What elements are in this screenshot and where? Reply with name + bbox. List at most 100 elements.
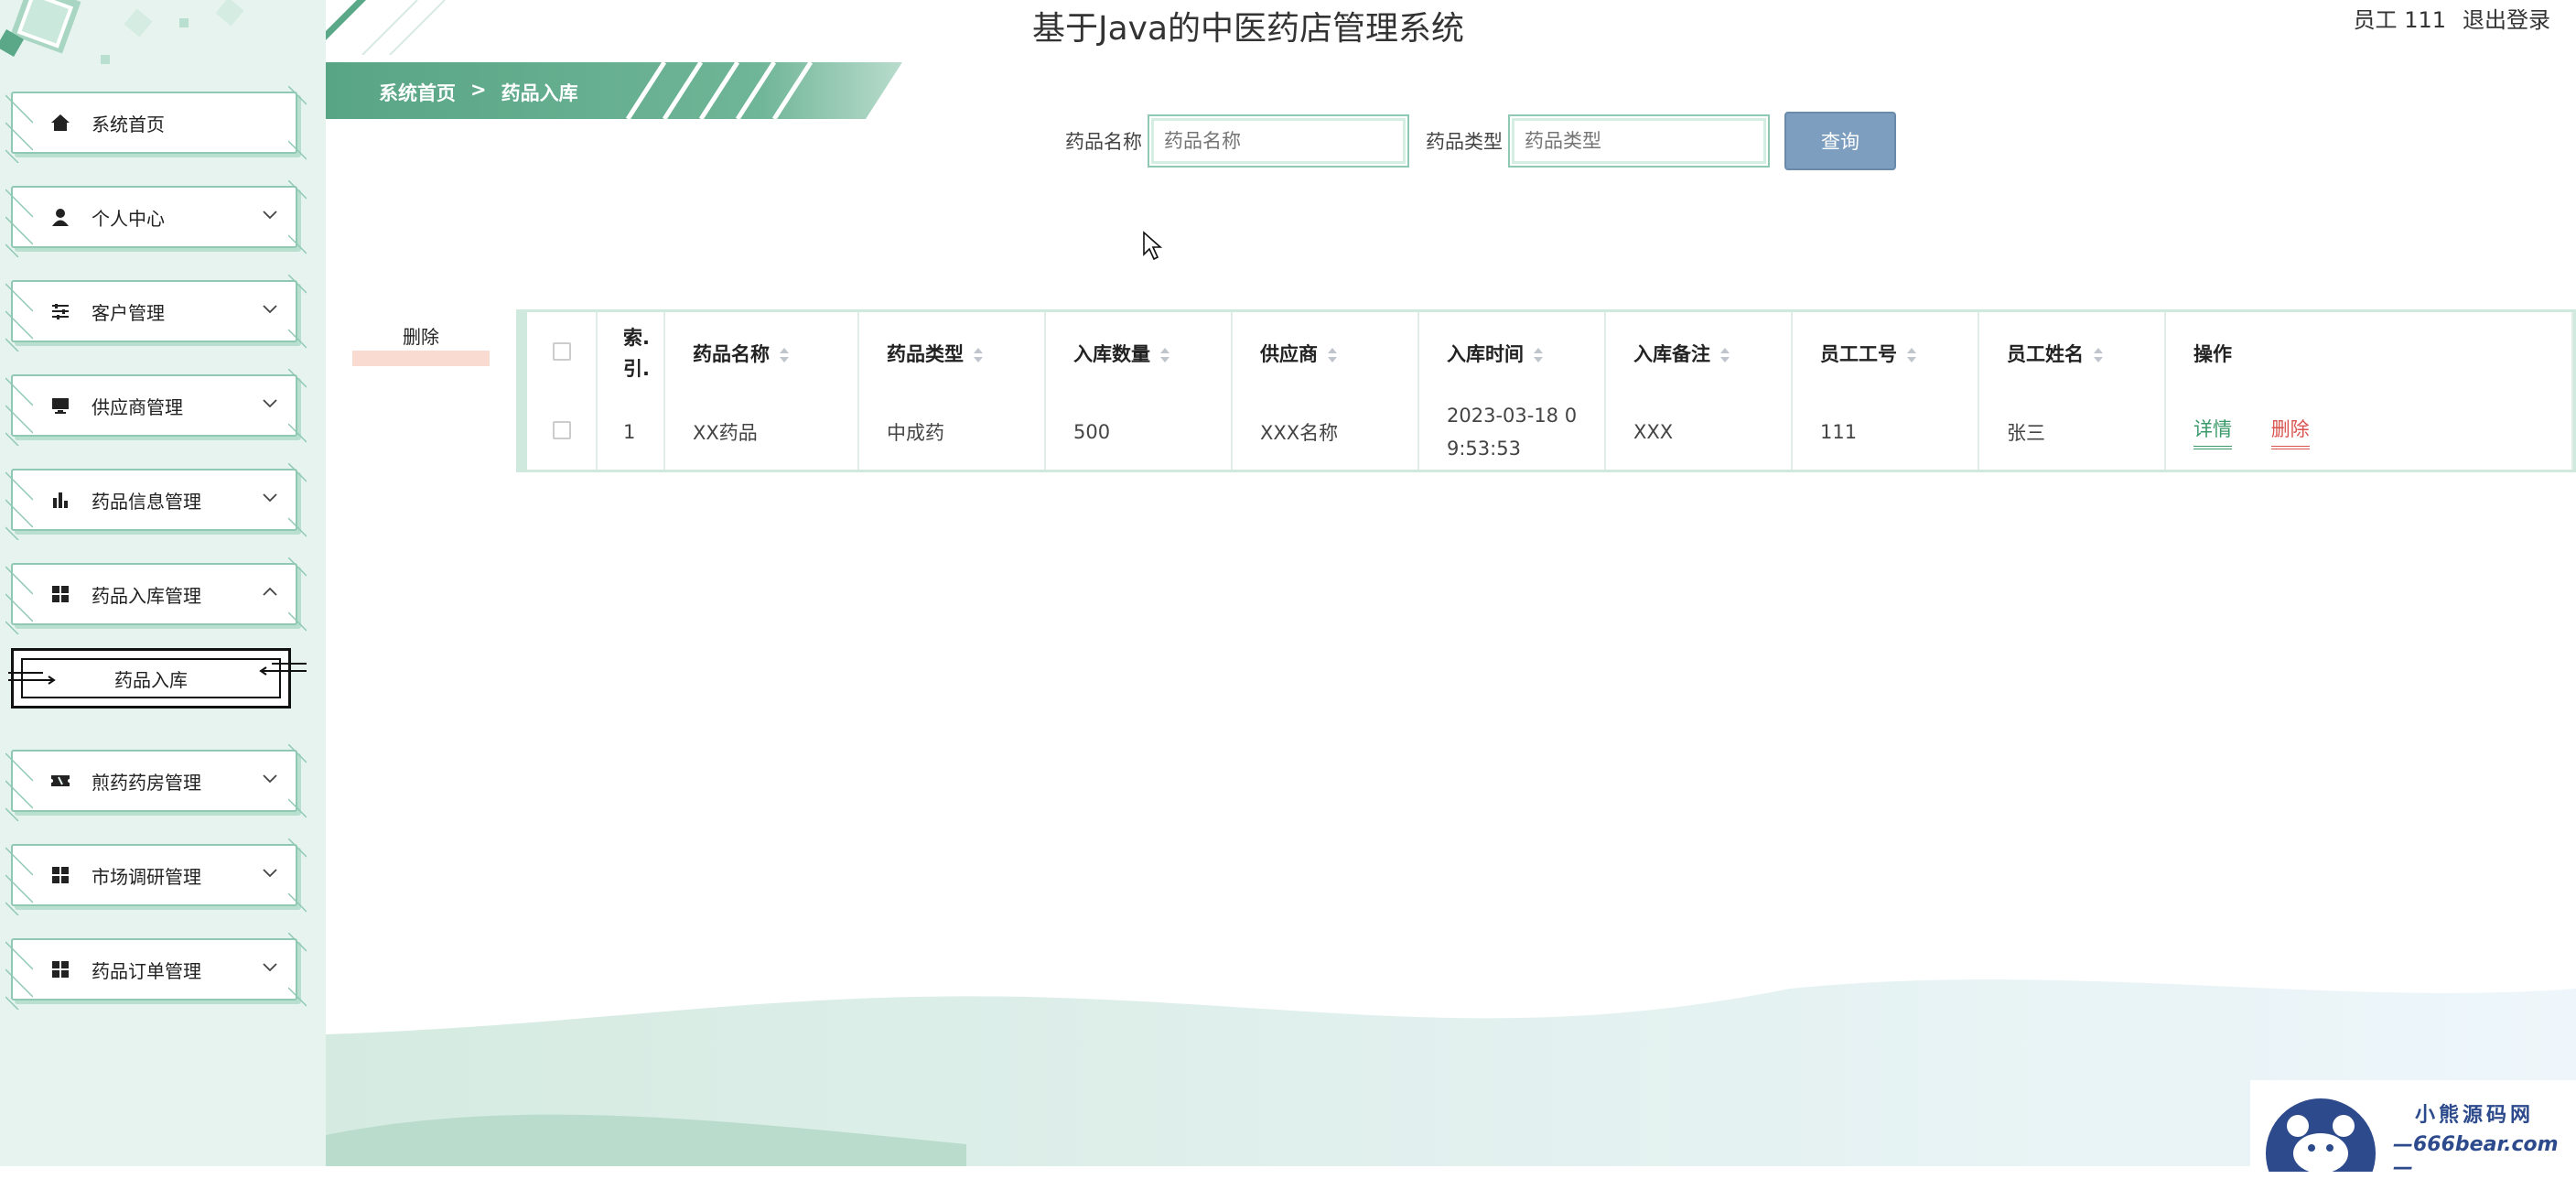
sort-icon[interactable] (779, 346, 790, 364)
col-index: 索.引. (597, 312, 665, 395)
sidebar-item-label: 煎药药房管理 (92, 771, 201, 794)
col-supplier[interactable]: 供应商 (1232, 312, 1419, 395)
hatch-decoration (5, 189, 33, 257)
sort-icon[interactable] (1159, 346, 1170, 364)
sort-icon[interactable] (1327, 346, 1338, 364)
user-label: 员工 111 (2353, 7, 2446, 33)
sort-icon[interactable] (1906, 346, 1917, 364)
col-drug-type-label: 药品类型 (887, 343, 964, 365)
col-operations: 操作 (2165, 312, 2573, 395)
cell-employee-name: 张三 (1978, 395, 2166, 470)
chevron-down-icon (263, 963, 277, 972)
chevron-up-icon (263, 587, 277, 596)
chevron-down-icon (263, 211, 277, 220)
query-button[interactable]: 查询 (1784, 112, 1896, 170)
chevron-down-icon (263, 305, 277, 314)
row-checkbox[interactable] (553, 420, 571, 439)
select-all-checkbox[interactable] (553, 341, 571, 361)
col-remark[interactable]: 入库备注 (1605, 312, 1793, 395)
hatch-decoration (5, 847, 33, 915)
sidebar-item-profile[interactable]: 个人中心 (5, 180, 307, 257)
hatch-decoration (5, 94, 33, 163)
hatch-decoration (5, 471, 33, 540)
ticket-icon (49, 770, 71, 792)
cell-drug-name: XX药品 (664, 395, 859, 470)
mouse-cursor-icon (1143, 231, 1163, 261)
sort-icon[interactable] (1533, 346, 1544, 364)
drug-name-input[interactable] (1148, 114, 1409, 168)
cell-drug-type: 中成药 (858, 395, 1046, 470)
bear-logo-icon (2266, 1098, 2376, 1172)
bulk-delete-button[interactable]: 删除 (352, 322, 490, 366)
drug-type-label: 药品类型 (1426, 131, 1503, 153)
cell-operations: 详情 删除 (2165, 395, 2573, 470)
grid-icon (49, 958, 71, 980)
sliders-icon (49, 300, 71, 322)
cell-index: 1 (597, 395, 665, 470)
detail-link[interactable]: 详情 (2193, 415, 2232, 449)
col-quantity[interactable]: 入库数量 (1045, 312, 1233, 395)
monitor-icon (49, 395, 71, 416)
header-stripe-decoration (326, 0, 446, 55)
sidebar-item-label: 系统首页 (92, 113, 165, 135)
breadcrumb-current: 药品入库 (501, 82, 578, 104)
sidebar-item-customers[interactable]: 客户管理 (5, 275, 307, 352)
cell-quantity: 500 (1045, 395, 1233, 470)
hatch-decoration (5, 752, 33, 821)
stock-in-table: 索.引. 药品名称 药品类型 入库数量 供应商 入库时间 入库备注 员工工号 员… (516, 309, 2576, 472)
sidebar-item-suppliers[interactable]: 供应商管理 (5, 369, 307, 446)
delete-link[interactable]: 删除 (2270, 415, 2310, 449)
col-time-label: 入库时间 (1447, 343, 1524, 365)
sidebar-item-home[interactable]: 系统首页 (5, 86, 307, 163)
table-header-row: 索.引. 药品名称 药品类型 入库数量 供应商 入库时间 入库备注 员工工号 员… (527, 312, 2573, 395)
user-icon (49, 206, 71, 228)
hatch-decoration (288, 838, 307, 913)
col-time[interactable]: 入库时间 (1418, 312, 1606, 395)
watermark-url: —666bear.com— (2393, 1133, 2559, 1179)
cell-time: 2023-03-18 09:53:53 (1418, 395, 1606, 470)
col-employee-no[interactable]: 员工工号 (1792, 312, 1979, 395)
logout-link[interactable]: 退出登录 (2463, 2, 2550, 34)
sidebar-item-orders[interactable]: 药品订单管理 (5, 933, 307, 1010)
sort-icon[interactable] (1719, 346, 1730, 364)
sort-icon[interactable] (973, 346, 984, 364)
sidebar-subitem-stock-in[interactable]: 药品入库 (8, 648, 307, 708)
drug-type-input[interactable] (1508, 114, 1770, 168)
sidebar-item-label: 个人中心 (92, 207, 165, 230)
table-row: 1 XX药品 中成药 500 XXX名称 2023-03-18 09:53:53… (527, 395, 2573, 470)
hatch-decoration (5, 941, 33, 1010)
logo-decoration (0, 0, 275, 82)
col-employee-name[interactable]: 员工姓名 (1978, 312, 2166, 395)
hatch-decoration (5, 283, 33, 352)
col-employee-no-label: 员工工号 (1820, 343, 1897, 365)
drug-name-label: 药品名称 (1065, 131, 1142, 153)
sidebar-item-market-research[interactable]: 市场调研管理 (5, 838, 307, 915)
sidebar-item-label: 市场调研管理 (92, 865, 201, 888)
sidebar-item-drug-info[interactable]: 药品信息管理 (5, 463, 307, 540)
hatch-decoration (288, 369, 307, 443)
col-quantity-label: 入库数量 (1073, 343, 1150, 365)
breadcrumb-separator: > (470, 79, 487, 101)
col-employee-name-label: 员工姓名 (2007, 343, 2084, 365)
hatch-decoration (288, 557, 307, 632)
breadcrumb-home[interactable]: 系统首页 (379, 79, 456, 106)
grid-icon (49, 583, 71, 605)
page-title: 基于Java的中医药店管理系统 (1032, 10, 1465, 48)
col-drug-type[interactable]: 药品类型 (858, 312, 1046, 395)
arrow-left-icon (259, 663, 307, 676)
bar-chart-icon (49, 489, 71, 511)
search-bar: 药品名称 药品类型 查询 (1065, 112, 1896, 170)
row-select-cell (527, 395, 598, 470)
sort-icon[interactable] (2093, 346, 2104, 364)
sidebar-item-decoction[interactable]: 煎药药房管理 (5, 744, 307, 821)
col-supplier-label: 供应商 (1260, 343, 1318, 365)
chevron-down-icon (263, 869, 277, 878)
sidebar-item-label: 药品订单管理 (92, 959, 201, 982)
user-bar: 员工 111 退出登录 (2354, 2, 2550, 34)
breadcrumb: 系统首页 > 药品入库 (379, 79, 578, 106)
sidebar-item-stock-in[interactable]: 药品入库管理 (5, 557, 307, 634)
col-drug-name[interactable]: 药品名称 (664, 312, 859, 395)
chevron-down-icon (263, 399, 277, 408)
sidebar-item-label: 供应商管理 (92, 395, 183, 418)
col-remark-label: 入库备注 (1633, 343, 1710, 365)
